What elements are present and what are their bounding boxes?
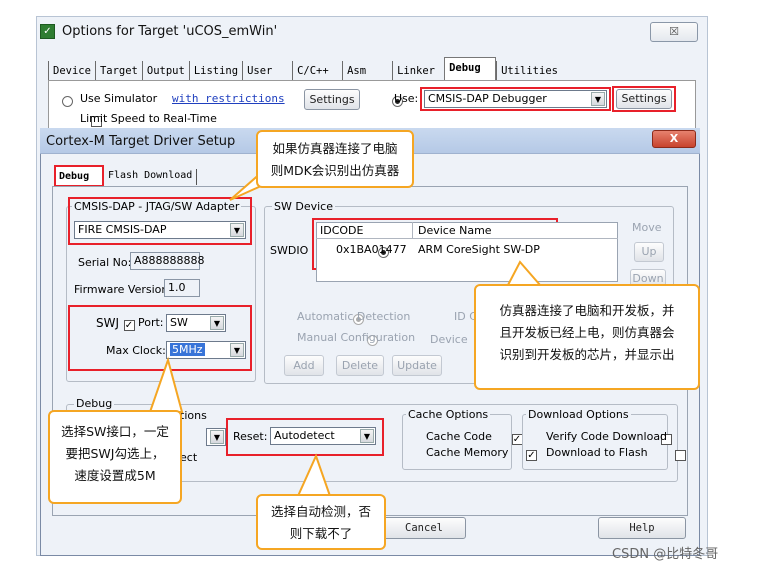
callout-sw-interface: 选择SW接口，一定 要把SWJ勾选上， 速度设置成5M	[48, 410, 182, 504]
callout-auto-detect: 选择自动检测，否 则下载不了	[256, 494, 386, 550]
callout2-line1: 仿真器连接了电脑和开发板，并	[499, 303, 675, 318]
callout1-line2: 则MDK会识别出仿真器	[270, 163, 400, 178]
callout-emulator-detected: 如果仿真器连接了电脑 则MDK会识别出仿真器	[256, 130, 414, 188]
callout4-line1: 选择自动检测，否	[270, 504, 371, 519]
watermark: CSDN @比特冬哥	[612, 547, 719, 562]
callout3-line3: 速度设置成5M	[74, 468, 156, 483]
callout4-pointer	[296, 453, 332, 497]
callout3-line2: 要把SWJ勾选上，	[65, 446, 165, 461]
callout2-pointer	[506, 260, 543, 286]
callout3-line1: 选择SW接口，一定	[61, 424, 169, 439]
callout-chip-detected: 仿真器连接了电脑和开发板，并 且开发板已经上电，则仿真器会 识别到开发板的芯片，…	[474, 284, 700, 390]
callout2-line2: 且开发板已经上电，则仿真器会	[499, 325, 675, 340]
callout1-line1: 如果仿真器连接了电脑	[272, 141, 398, 156]
callout3-pointer	[148, 356, 184, 413]
callout4-line2: 则下载不了	[289, 526, 353, 541]
callout2-line3: 识别到开发板的芯片，并显示出	[499, 347, 675, 362]
